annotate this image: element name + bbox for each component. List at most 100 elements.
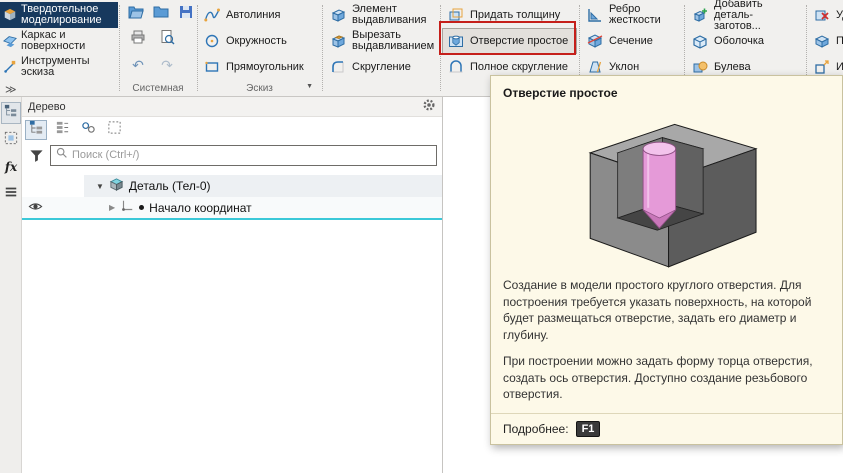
tree-toolbar xyxy=(22,117,442,141)
new-document-button[interactable] xyxy=(153,5,169,25)
rectangle-icon xyxy=(203,58,221,76)
tree-panel-button[interactable] xyxy=(1,102,21,124)
add-part-button[interactable]: Добавить деталь-заготов... xyxy=(686,2,804,28)
tree-row-part[interactable]: ▼ Деталь (Тел-0) xyxy=(22,175,442,197)
fillet-button[interactable]: Скругление xyxy=(324,54,438,80)
boolean-icon xyxy=(691,58,709,76)
save-button[interactable] xyxy=(178,5,194,25)
mode-sketch-tools[interactable]: Инструменты эскиза xyxy=(0,54,118,80)
extrude-icon xyxy=(329,6,347,24)
parameters-icon xyxy=(4,131,18,150)
tooltip-title: Отверстие простое xyxy=(491,76,842,102)
parameters-panel-button[interactable] xyxy=(1,129,21,151)
tree-relations-button[interactable] xyxy=(77,120,99,140)
tree-row-origin[interactable]: ▶ Начало координат xyxy=(22,197,442,220)
collapse-arrow-icon[interactable]: ▼ xyxy=(96,182,104,191)
variables-panel-button[interactable]: fx xyxy=(1,156,21,178)
f1-key-badge: F1 xyxy=(576,421,601,437)
button-label: Ребро жесткости xyxy=(609,4,678,26)
print-preview-button[interactable] xyxy=(157,30,177,50)
simple-hole-button[interactable]: Отверстие простое xyxy=(442,28,577,54)
tooltip-illustration xyxy=(491,102,842,277)
eye-icon[interactable] xyxy=(28,199,43,217)
save-icon xyxy=(178,4,194,25)
thicken-button[interactable]: Придать толщину xyxy=(442,2,577,28)
tree-panel: Дерево ▼ Деталь (Тел-0) xyxy=(22,97,443,473)
surfaces-icon xyxy=(3,34,17,48)
separator xyxy=(322,5,323,91)
face-icon xyxy=(813,32,831,50)
search-input[interactable] xyxy=(72,149,432,161)
tooltip-paragraph: Создание в модели простого круглого отве… xyxy=(503,277,830,343)
tree-view-flat-button[interactable] xyxy=(51,120,73,140)
section-button[interactable]: Сечение xyxy=(581,28,683,54)
rib-button[interactable]: Ребро жесткости xyxy=(581,2,683,28)
expand-arrow-icon[interactable]: ▶ xyxy=(109,203,115,212)
more-label: Подробнее: xyxy=(503,422,569,436)
mode-expander[interactable]: ≫ xyxy=(0,81,22,98)
preview-icon xyxy=(159,29,175,50)
filter-icon[interactable] xyxy=(27,148,45,163)
search-icon xyxy=(55,146,68,164)
tree-panel-icon xyxy=(4,104,18,123)
delete-face-icon xyxy=(813,6,831,24)
button-label: Скругление xyxy=(352,62,411,73)
open-button[interactable] xyxy=(128,5,144,25)
left-toolbar: fx xyxy=(0,97,22,473)
shell-button[interactable]: Оболочка xyxy=(686,28,804,54)
extrude-group: Элемент выдавливания Вырезать выдавливан… xyxy=(324,2,438,80)
circle-icon xyxy=(203,32,221,50)
tree-view-structure-button[interactable] xyxy=(25,120,47,140)
extrude-button[interactable]: Элемент выдавливания xyxy=(324,2,438,28)
autoline-icon xyxy=(203,6,221,24)
autoline-button[interactable]: Автолиния xyxy=(198,2,321,28)
tree-settings-button[interactable] xyxy=(422,98,436,115)
tree-flat-icon xyxy=(55,120,70,140)
undo-icon: ↶ xyxy=(132,58,144,72)
undo-button[interactable]: ↶ xyxy=(128,55,148,75)
rib-icon xyxy=(586,6,604,24)
redo-icon: ↷ xyxy=(161,58,173,72)
gear-icon xyxy=(422,98,436,115)
redo-button[interactable]: ↷ xyxy=(157,55,177,75)
chevron-down-icon[interactable]: ▼ xyxy=(306,83,313,90)
tree-panel-title: Дерево xyxy=(28,101,66,113)
sketch-group-label: Эскиз ▼ xyxy=(198,83,321,94)
button-label: Уда xyxy=(836,10,843,21)
tree-structure-icon xyxy=(29,120,44,140)
button-label: Добавить деталь-заготов... xyxy=(714,0,799,32)
button-label: Автолиния xyxy=(226,10,280,21)
edge-button-1[interactable]: Уда xyxy=(808,2,843,28)
solid-modeling-icon xyxy=(3,8,17,22)
menu-button[interactable] xyxy=(1,183,21,205)
button-label: Отверстие простое xyxy=(470,36,568,47)
full-fillet-icon xyxy=(447,58,465,76)
hole-tooltip: Отверстие простое Создание в модели прос… xyxy=(490,75,843,445)
tree-item-label: Деталь (Тел-0) xyxy=(129,179,211,193)
tree-filter-area-button[interactable] xyxy=(103,120,125,140)
button-label: Уклон xyxy=(609,62,639,73)
part-icon xyxy=(109,177,124,195)
print-button[interactable] xyxy=(128,30,148,50)
button-label: Вырезать выдавливанием xyxy=(352,30,434,52)
mode-solid-modeling[interactable]: Твердотельное моделирование xyxy=(0,2,118,28)
mode-label: Твердотельное моделирование xyxy=(21,4,115,26)
mode-wireframe-surfaces[interactable]: Каркас и поверхности xyxy=(0,28,118,54)
tree-item-label: Начало координат xyxy=(149,201,252,215)
button-label: Оболочка xyxy=(714,36,764,47)
tooltip-paragraph: При построении можно задать форму торца … xyxy=(503,353,830,403)
origin-axes-icon xyxy=(120,199,134,216)
button-label: Булева xyxy=(714,62,751,73)
sketch-tools-icon xyxy=(3,60,17,74)
circle-button[interactable]: Окружность xyxy=(198,28,321,54)
printer-icon xyxy=(130,29,146,50)
edge-button-2[interactable]: Пе гра xyxy=(808,28,843,54)
rectangle-button[interactable]: Прямоугольник xyxy=(198,54,321,80)
button-label: Окружность xyxy=(226,36,287,47)
rib-group: Ребро жесткости Сечение Уклон xyxy=(581,2,683,80)
hamburger-icon xyxy=(4,185,18,204)
tree-panel-header: Дерево xyxy=(22,97,442,117)
system-group-label: Системная xyxy=(120,83,196,94)
system-group: ↶ ↷ xyxy=(120,2,196,77)
cut-extrude-button[interactable]: Вырезать выдавливанием xyxy=(324,28,438,54)
